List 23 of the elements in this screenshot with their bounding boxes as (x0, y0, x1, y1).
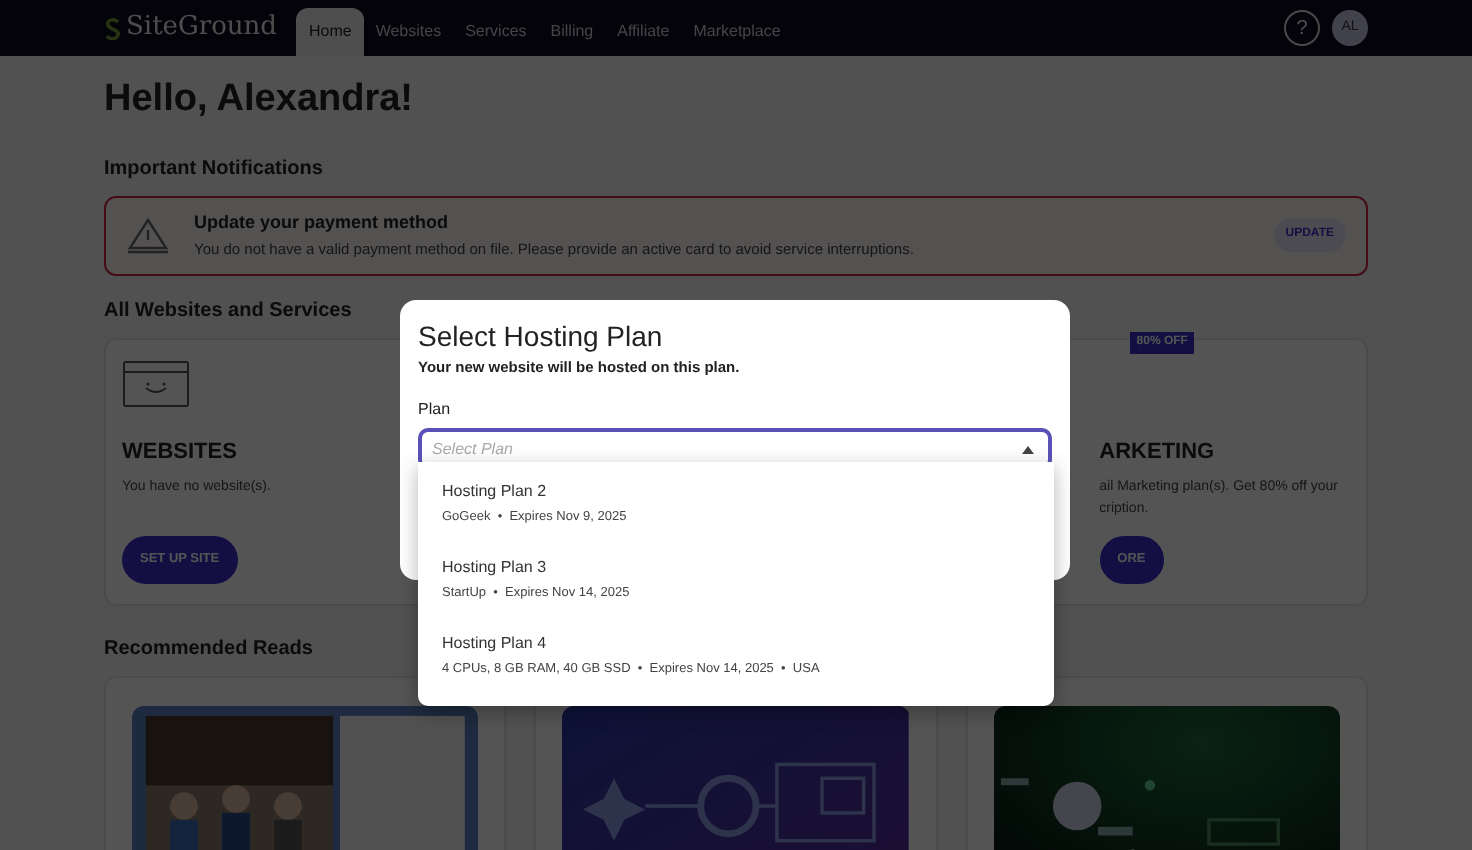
logo-text[interactable]: SiteGround (126, 8, 277, 48)
greeting: Hello, Alexandra! (104, 78, 416, 124)
alert-title: Update your payment method (194, 210, 451, 237)
nav-tab[interactable]: Billing (538, 8, 606, 56)
card-title: ARKETING (1099, 437, 1215, 468)
section-heading: Recommended Reads (104, 637, 313, 662)
warning-icon (126, 217, 170, 254)
nav-tab[interactable]: Affiliate (605, 8, 682, 56)
nav-tab[interactable]: Home (296, 8, 364, 56)
field-label: Plan (418, 398, 453, 423)
option-name: Hosting Plan 4 (442, 632, 549, 656)
help-button[interactable]: ? (1284, 10, 1320, 46)
logo-icon (104, 17, 122, 39)
card-title: WEBSITES (122, 437, 237, 468)
section-heading: Important Notifications (104, 157, 323, 182)
section-heading: All Websites and Services (104, 299, 352, 324)
modal-title: Select Hosting Plan (418, 320, 665, 354)
nav-tab[interactable]: Websites (363, 8, 454, 56)
option-name: Hosting Plan 3 (442, 556, 549, 580)
option-name: Hosting Plan 2 (442, 480, 549, 504)
nav-tab[interactable]: Marketplace (681, 8, 793, 56)
browser-window-icon (122, 359, 190, 408)
nav-tab[interactable]: Services (453, 8, 539, 56)
